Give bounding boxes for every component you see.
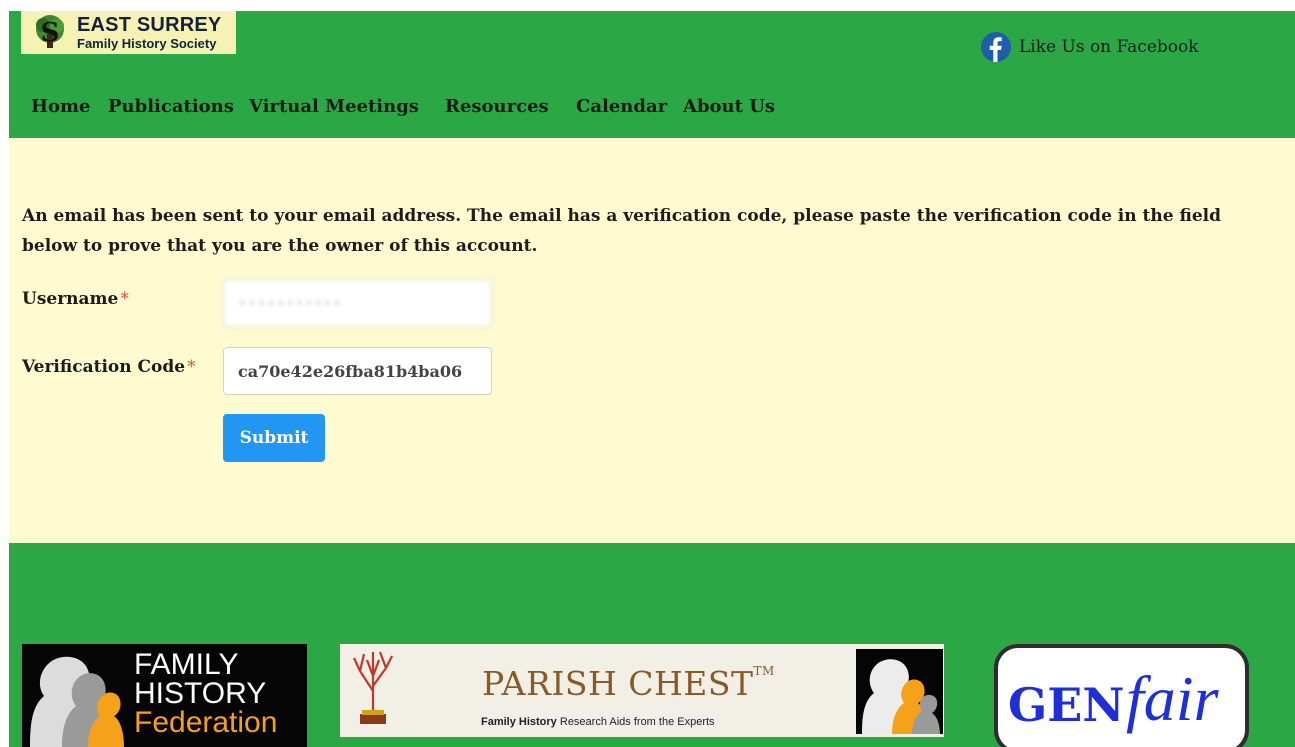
nav-resources[interactable]: Resources <box>445 96 549 117</box>
facebook-icon <box>981 32 1011 62</box>
parish-chest-title: PARISH CHESTTM <box>482 664 775 703</box>
site-logo[interactable]: S EAST SURREY Family History Society <box>21 11 236 54</box>
intro-message: An email has been sent to your email add… <box>22 206 1222 256</box>
required-marker: * <box>187 357 196 377</box>
main-nav: Home Publications Virtual Meetings Resou… <box>9 96 1295 126</box>
fhf-line2: HISTORY <box>134 677 267 710</box>
site-footer: FAMILY HISTORY Federation PARISH CHESTTM… <box>9 543 1295 747</box>
verification-code-field[interactable]: ca70e42e26fba81b4ba06 <box>223 347 492 395</box>
genfair-gen: GEN <box>1008 678 1125 732</box>
facebook-label: Like Us on Facebook <box>1019 37 1199 57</box>
nav-about-us[interactable]: About Us <box>683 96 775 117</box>
nav-virtual-meetings[interactable]: Virtual Meetings <box>249 96 419 117</box>
family-history-federation-logo[interactable]: FAMILY HISTORY Federation <box>22 644 307 747</box>
parish-chest-tagline: Family History Research Aids from the Ex… <box>481 716 715 728</box>
verification-code-label: Verification Code * <box>22 357 196 377</box>
site-header: S EAST SURREY Family History Society Lik… <box>9 11 1295 138</box>
genfair-logo[interactable]: GEN fair <box>994 644 1249 747</box>
logo-title: EAST SURREY <box>77 14 222 36</box>
tree-logo-icon: S <box>36 14 64 48</box>
username-field[interactable]: ••••••••••• <box>223 279 492 327</box>
fhf-line3: Federation <box>134 706 278 739</box>
nav-calendar[interactable]: Calendar <box>576 96 667 117</box>
nav-home[interactable]: Home <box>31 96 91 117</box>
federation-mini-logo <box>856 649 943 734</box>
logo-subtitle: Family History Society <box>77 36 217 51</box>
submit-button[interactable]: Submit <box>223 414 325 462</box>
username-label: Username * <box>22 289 129 309</box>
verification-form: An email has been sent to your email add… <box>9 138 1295 543</box>
svg-text:S: S <box>41 18 60 48</box>
silhouette-heads-icon <box>862 659 940 734</box>
tree-book-icon <box>353 651 393 724</box>
nav-publications[interactable]: Publications <box>108 96 234 117</box>
parish-chest-banner[interactable]: PARISH CHESTTM Family History Research A… <box>340 644 944 737</box>
required-marker: * <box>120 289 129 309</box>
facebook-link[interactable]: Like Us on Facebook <box>981 32 1199 62</box>
genfair-fair: fair <box>1126 663 1219 734</box>
fhf-line1: FAMILY <box>134 648 239 681</box>
silhouette-heads-icon <box>30 656 124 747</box>
